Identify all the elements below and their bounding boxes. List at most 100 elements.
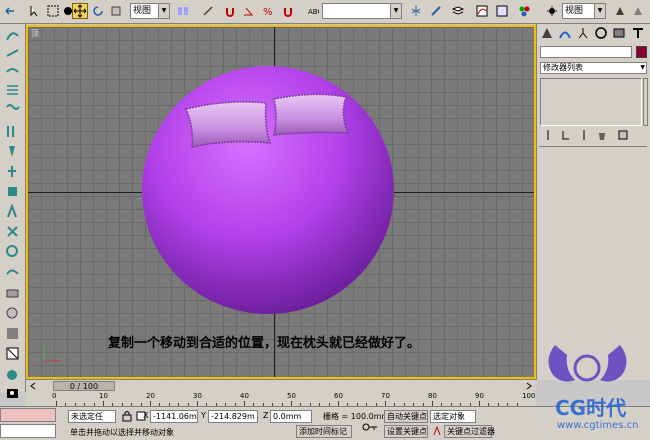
selection-info-field: 未选定任 [68, 410, 116, 423]
motion-tab-icon[interactable] [594, 26, 608, 40]
time-slider-bar: 0 / 100 [26, 379, 536, 392]
round-bed-mattress[interactable] [142, 66, 394, 314]
modifier-taper-icon[interactable] [5, 144, 20, 159]
layer-manager-icon[interactable] [450, 3, 466, 19]
grid-size-label: 栅格 = 100.0mm [323, 412, 390, 421]
snaps-toggle-icon[interactable] [222, 3, 238, 19]
create-object-icon[interactable] [5, 28, 20, 43]
time-slider[interactable]: 0 / 100 [53, 381, 115, 391]
render-scene-icon[interactable] [544, 3, 560, 19]
active-shade-icon[interactable] [630, 3, 646, 19]
create-tab-icon[interactable] [540, 26, 554, 40]
add-time-tag-button[interactable]: 添加时间标记 [296, 425, 352, 438]
modifier-extrude-icon[interactable] [5, 326, 20, 341]
timeline-tick-label: 100 [522, 392, 536, 400]
set-key-button[interactable]: 设置关键点 [384, 425, 428, 438]
tutorial-caption: 复制一个移动到合适的位置，现在枕头就已经做好了。 [108, 336, 421, 351]
show-end-result-icon[interactable] [561, 129, 571, 144]
scene-objects [43, 66, 394, 362]
modifier-bend-icon[interactable] [5, 124, 20, 139]
select-and-move-icon[interactable] [72, 3, 88, 19]
modifier-squeeze-icon[interactable] [5, 224, 20, 239]
create-camera-icon[interactable] [5, 82, 20, 97]
percent-snap-icon[interactable]: % [260, 3, 276, 19]
modifier-edit-mesh-icon[interactable] [5, 346, 20, 361]
pin-stack-icon[interactable] [543, 129, 553, 144]
selection-lock-icon[interactable] [121, 410, 133, 422]
modifier-noise-icon[interactable] [5, 184, 20, 199]
material-editor-icon[interactable] [516, 3, 532, 19]
key-filters-button[interactable]: 关键点过滤器 [444, 425, 495, 438]
modifier-mesh-icon[interactable] [5, 286, 20, 301]
curve-editor-icon[interactable] [474, 3, 490, 19]
modifier-uvw-icon[interactable] [5, 368, 20, 383]
modifier-stretch-icon[interactable] [5, 203, 20, 219]
select-and-rotate-icon[interactable] [90, 3, 106, 19]
undo-icon[interactable] [2, 3, 18, 19]
render-frame-icon[interactable] [5, 386, 20, 401]
render-type-dropdown[interactable]: 视图 ▼ [562, 3, 606, 19]
create-light-icon[interactable] [5, 64, 20, 79]
display-tab-icon[interactable] [612, 26, 626, 40]
modifier-stack[interactable] [540, 78, 642, 126]
quick-render-icon[interactable] [612, 3, 628, 19]
svg-text:%: % [263, 7, 273, 17]
y-coordinate-field[interactable]: -214.829m [208, 410, 258, 423]
top-viewport[interactable]: 顶 复制一个移动到合适的位置，现在枕头就已经做好了。 [26, 25, 536, 379]
make-unique-icon[interactable] [579, 129, 589, 144]
hierarchy-tab-icon[interactable] [576, 26, 590, 40]
svg-text:ABC: ABC [308, 8, 319, 16]
angle-snap-icon[interactable] [240, 3, 256, 19]
modifier-list-label: 修改器列表 [543, 63, 583, 72]
x-label: X [143, 411, 149, 420]
modifier-lattice-icon[interactable] [5, 264, 20, 279]
auto-key-button[interactable]: 自动关键点 [384, 410, 428, 423]
stack-tools [537, 129, 650, 143]
create-helper-icon[interactable] [5, 100, 20, 115]
key-mode-icon[interactable] [432, 425, 442, 436]
timeline-tick-label: 20 [146, 392, 155, 400]
slider-prev-icon[interactable] [28, 381, 38, 391]
z-label: Z [263, 411, 269, 420]
configure-modifier-sets-icon[interactable] [617, 129, 629, 144]
panel-divider [539, 146, 647, 147]
x-coordinate-field[interactable]: -1141.06mm [150, 410, 198, 423]
pivot-center-icon[interactable] [175, 3, 191, 19]
timeline-tick-label: 90 [475, 392, 484, 400]
key-filter-selection-dropdown[interactable]: 选定对象 [430, 410, 476, 423]
utilities-tab-icon[interactable] [631, 26, 645, 40]
set-key-icon[interactable] [362, 421, 378, 433]
track-bar[interactable]: 0 10 20 30 40 50 60 70 80 90 100 [26, 392, 536, 406]
schematic-view-icon[interactable] [494, 3, 510, 19]
reference-coordinate-dropdown[interactable]: 视图 ▼ [130, 3, 170, 19]
view-axis-tripod [43, 345, 60, 362]
mirror-icon[interactable] [408, 3, 424, 19]
select-region-icon[interactable] [45, 3, 61, 19]
named-selection-sets-dropdown[interactable]: ▼ [322, 3, 402, 19]
maxscript-listener[interactable] [0, 408, 56, 422]
slider-next-icon[interactable] [524, 381, 534, 391]
pillow-right[interactable] [273, 93, 350, 136]
pillow-left[interactable] [184, 101, 272, 148]
create-shape-icon[interactable] [5, 46, 20, 61]
z-coordinate-field[interactable]: 0.0mm [270, 410, 312, 423]
modifier-list-dropdown[interactable]: 修改器列表 ▼ [540, 62, 647, 74]
modifier-ffd-icon[interactable] [5, 244, 20, 259]
select-object-icon[interactable] [27, 3, 43, 19]
maxscript-mini-listener[interactable] [0, 424, 56, 438]
modifier-stack-scrollbar[interactable] [643, 78, 648, 126]
modifier-lathe-icon[interactable] [5, 306, 20, 321]
modifier-twist-icon[interactable] [5, 164, 20, 179]
align-icon[interactable] [428, 3, 444, 19]
object-name-field[interactable] [540, 46, 632, 58]
cg-times-watermark: CG时代 www.cgtimes.cn [535, 340, 650, 440]
modify-tab-icon[interactable] [558, 26, 572, 40]
remove-modifier-icon[interactable] [597, 129, 607, 144]
edit-named-selections-icon[interactable]: ABC [305, 3, 321, 19]
object-color-swatch[interactable] [636, 46, 647, 58]
select-and-scale-icon[interactable] [108, 3, 124, 19]
timeline-tick-label: 60 [334, 392, 343, 400]
select-and-link-icon[interactable] [200, 3, 216, 19]
spinner-snap-icon[interactable] [280, 3, 296, 19]
watermark-brand: CG时代 [555, 396, 627, 420]
